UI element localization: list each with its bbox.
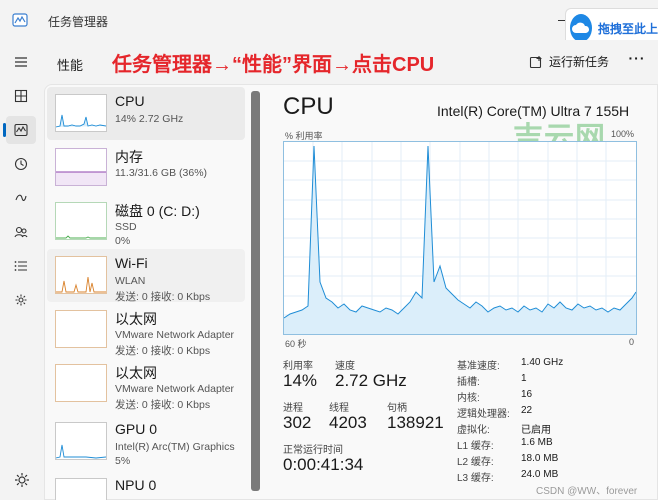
cpu-detail-pane: CPU Intel(R) Core(TM) Ultra 7 155H 吉云网 %… — [263, 85, 657, 499]
ethernet-thumbnail-graph — [55, 310, 107, 348]
resource-detail-secondary: 发送: 0 接收: 0 Kbps — [115, 345, 211, 357]
resource-name: 磁盘 0 (C: D:) — [115, 203, 200, 219]
resource-item-ethernet-1[interactable]: 以太网 VMware Network Adapter 发送: 0 接收: 0 K… — [47, 303, 245, 357]
performance-icon[interactable] — [3, 116, 36, 144]
navigation-rail — [0, 40, 42, 500]
disk-thumbnail-graph — [55, 202, 107, 240]
run-task-label: 运行新任务 — [549, 55, 610, 69]
handles-value: 138921 — [387, 413, 444, 432]
details-icon[interactable] — [6, 252, 36, 280]
resource-detail: Intel(R) Arc(TM) Graphics — [115, 441, 235, 453]
spec-label: L1 缓存: — [457, 441, 494, 452]
spec-label: 逻辑处理器: — [457, 409, 510, 420]
task-manager-icon — [12, 13, 28, 27]
detail-title: CPU — [283, 93, 334, 120]
overlay-label: 拖拽至此上 — [597, 21, 658, 36]
annotation-text: 任务管理器→“性能”界面→点击CPU — [112, 54, 435, 76]
resource-name: NPU 0 — [115, 477, 157, 493]
npu-thumbnail-graph — [55, 478, 107, 500]
spec-value: 已启用 — [521, 425, 551, 436]
hamburger-icon[interactable] — [6, 48, 36, 76]
scrollbar-thumb[interactable] — [251, 91, 260, 491]
startup-icon[interactable] — [6, 184, 36, 212]
resource-detail: WLAN — [115, 275, 146, 287]
resource-item-memory[interactable]: 内存 11.3/31.6 GB (36%) — [47, 141, 245, 194]
processes-icon[interactable] — [6, 82, 36, 110]
page-title: 性能 — [57, 58, 84, 73]
resource-name: 内存 — [115, 149, 143, 165]
uptime-value: 0:00:41:34 — [283, 455, 364, 474]
utilization-axis-max: 100% — [611, 129, 635, 139]
resource-item-gpu[interactable]: GPU 0 Intel(R) Arc(TM) Graphics 5% — [47, 415, 245, 468]
uptime-label: 正常运行时间 — [283, 445, 343, 456]
graph-time-start: 60 秒 — [285, 339, 307, 349]
usage-value: 14% — [283, 371, 318, 390]
spec-value: 22 — [521, 405, 533, 416]
services-icon[interactable] — [6, 286, 36, 314]
processes-value: 302 — [283, 413, 312, 432]
resource-item-ethernet-2[interactable]: 以太网 VMware Network Adapter 发送: 0 接收: 0 K… — [47, 357, 245, 411]
resource-detail: 14% 2.72 GHz — [115, 113, 184, 125]
resource-detail: 11.3/31.6 GB (36%) — [115, 167, 208, 179]
spec-value: 16 — [521, 389, 533, 400]
window-title: 任务管理器 — [48, 15, 109, 29]
threads-value: 4203 — [329, 413, 367, 432]
wifi-thumbnail-graph — [55, 256, 107, 294]
cloud-icon — [570, 14, 592, 42]
threads-label: 线程 — [329, 403, 349, 414]
handles-label: 句柄 — [387, 403, 407, 414]
gpu-thumbnail-graph — [55, 422, 107, 460]
resource-detail-secondary: 发送: 0 接收: 0 Kbps — [115, 291, 211, 303]
resource-item-wifi[interactable]: Wi-Fi WLAN 发送: 0 接收: 0 Kbps — [47, 249, 245, 303]
spec-value: 1.6 MB — [521, 437, 553, 448]
resource-detail: SSD — [115, 221, 137, 233]
spec-label: 内核: — [457, 393, 480, 404]
spec-label: 基准速度: — [457, 361, 500, 372]
resource-detail-secondary: 发送: 0 接收: 0 Kbps — [115, 399, 211, 411]
resource-list-scrollbar[interactable] — [247, 85, 261, 499]
speed-value: 2.72 GHz — [335, 371, 407, 390]
graph-time-end: 0 — [629, 337, 635, 347]
resource-item-npu[interactable]: NPU 0 — [47, 471, 245, 500]
resource-item-disk[interactable]: 磁盘 0 (C: D:) SSD 0% — [47, 195, 245, 248]
spec-value: 1 — [521, 373, 527, 384]
run-task-icon — [529, 55, 542, 68]
resource-name: 以太网 — [115, 365, 157, 381]
resource-name: GPU 0 — [115, 421, 158, 437]
resource-name: 以太网 — [115, 311, 157, 327]
memory-thumbnail-graph — [55, 148, 107, 186]
spec-value: 1.40 GHz — [521, 357, 564, 368]
more-options-button[interactable]: ··· — [626, 50, 648, 72]
usage-label: 利用率 — [283, 361, 313, 372]
users-icon[interactable] — [6, 218, 36, 246]
resource-list: CPU 14% 2.72 GHz 内存 11.3/31.6 GB (36%) 磁… — [45, 87, 245, 500]
resource-detail: VMware Network Adapter — [115, 383, 235, 395]
footer-watermark: CSDN @WW、forever — [536, 486, 638, 497]
settings-icon[interactable] — [12, 470, 32, 490]
resource-detail: VMware Network Adapter — [115, 329, 235, 341]
run-new-task-button[interactable]: 运行新任务 — [529, 53, 609, 70]
spec-label: L2 缓存: — [457, 457, 494, 468]
resource-detail-secondary: 0% — [115, 235, 131, 247]
cpu-utilization-graph — [283, 141, 637, 335]
cpu-thumbnail-graph — [55, 94, 107, 132]
resource-name: CPU — [115, 93, 145, 109]
title-bar: 任务管理器 拖拽至此上 — [0, 0, 658, 48]
spec-value: 18.0 MB — [521, 453, 559, 464]
speed-label: 速度 — [335, 361, 355, 372]
spec-label: 虚拟化: — [457, 425, 490, 436]
spec-label: L3 缓存: — [457, 473, 494, 484]
spec-label: 插槽: — [457, 377, 480, 388]
resource-detail-secondary: 5% — [115, 455, 131, 467]
resource-item-cpu[interactable]: CPU 14% 2.72 GHz — [47, 87, 245, 140]
ethernet-thumbnail-graph — [55, 364, 107, 402]
spec-value: 24.0 MB — [521, 469, 559, 480]
content-area: CPU 14% 2.72 GHz 内存 11.3/31.6 GB (36%) 磁… — [44, 84, 658, 500]
processes-label: 进程 — [283, 403, 303, 414]
page-header: 性能 任务管理器→“性能”界面→点击CPU 运行新任务 ··· — [42, 40, 658, 84]
app-history-icon[interactable] — [6, 150, 36, 178]
resource-name: Wi-Fi — [115, 255, 148, 271]
